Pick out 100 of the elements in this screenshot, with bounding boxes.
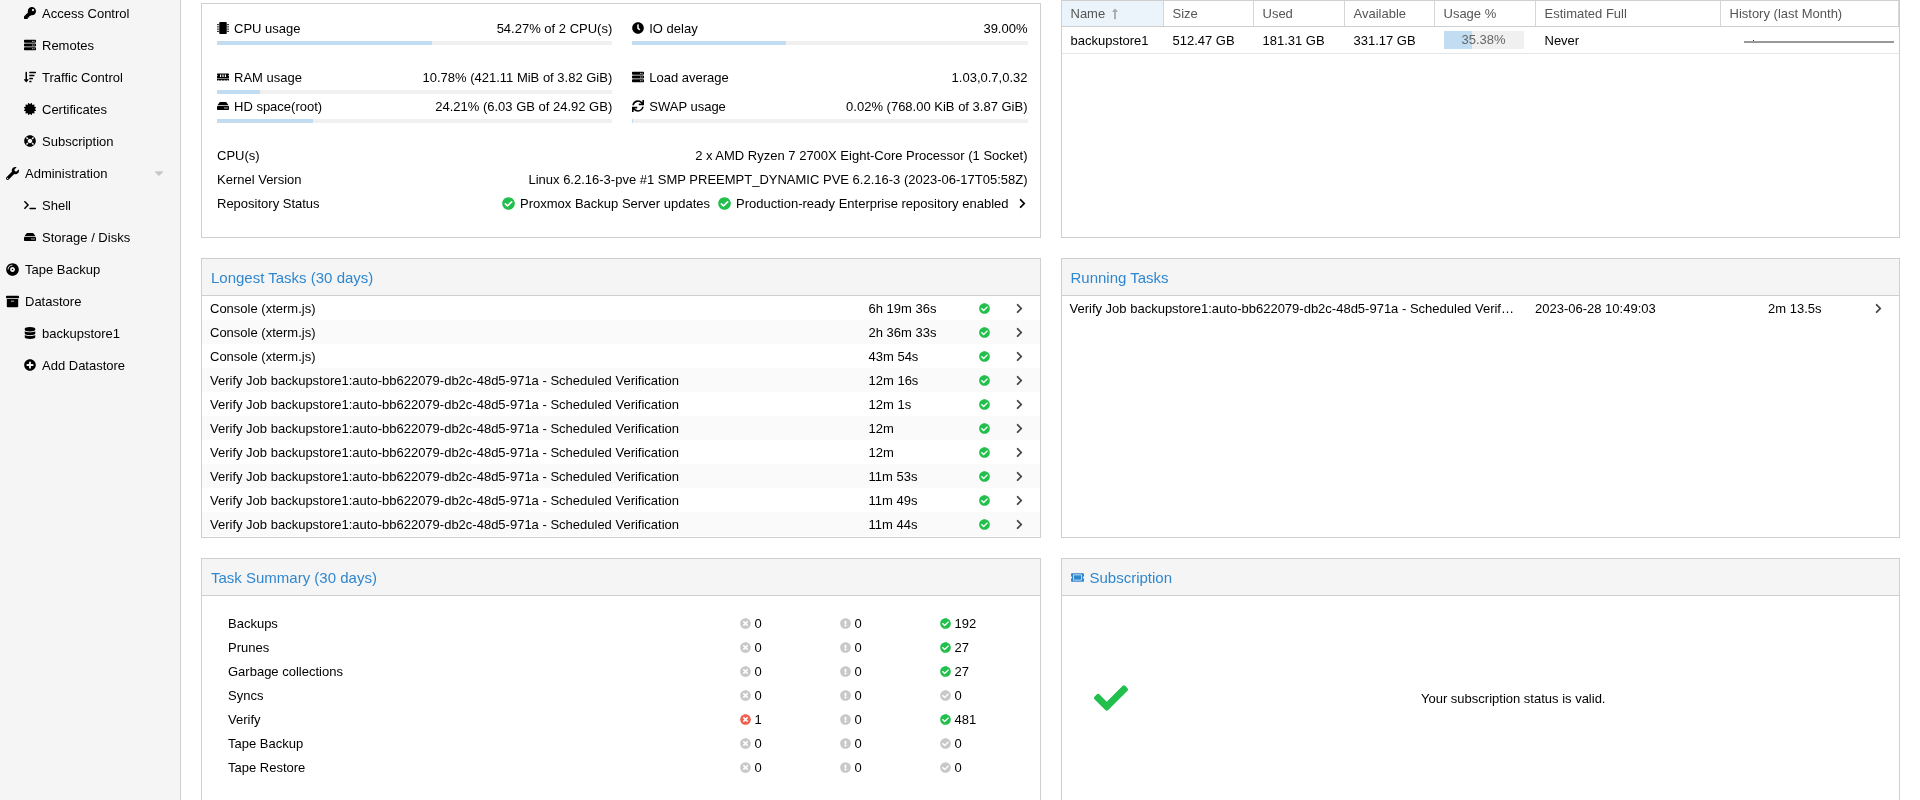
subscription-message: Your subscription status is valid. — [1420, 690, 1607, 706]
sidebar-item[interactable]: Subscription — [0, 125, 180, 157]
check-icon — [978, 398, 990, 410]
metric-label: RAM usage — [234, 69, 303, 85]
usage-percent: 35.38% — [1460, 31, 1507, 49]
terminal-icon — [24, 199, 36, 211]
task-duration: 11m 53s — [868, 468, 919, 484]
task-name: Console (xterm.js) — [210, 348, 317, 364]
database-icon — [24, 327, 36, 339]
panel-title: Running Tasks — [1070, 268, 1169, 286]
bars-icon — [24, 71, 36, 83]
task-type-label: Prunes — [228, 639, 271, 655]
task-count: 0 — [754, 663, 762, 679]
table-cell-text: 181.31 GB — [1261, 32, 1326, 48]
sidebar-item[interactable]: backupstore1 — [0, 317, 180, 349]
task-count: 0 — [754, 735, 762, 751]
check-icon — [978, 494, 990, 506]
server-list-icon — [24, 39, 36, 51]
check-icon — [978, 470, 990, 482]
info-label: Kernel Version — [217, 171, 302, 187]
column-header[interactable]: Name — [1061, 1, 1164, 26]
task-count: 0 — [954, 759, 962, 775]
task-row[interactable]: Console (xterm.js) 2h 36m 33s — [202, 320, 1040, 344]
sidebar-item[interactable]: Administration — [0, 157, 180, 189]
task-count: 0 — [954, 687, 962, 703]
metric-reading: 54.27% of 2 CPU(s) — [496, 20, 613, 36]
check-icon — [978, 302, 990, 314]
sidebar-item[interactable]: Tape Backup — [0, 253, 180, 285]
metric-reading: 1.03,0.7,0.32 — [951, 69, 1028, 85]
task-type-label: Verify — [228, 711, 262, 727]
sidebar-item[interactable]: Storage / Disks — [0, 221, 180, 253]
task-count: 27 — [954, 663, 969, 679]
task-name: Verify Job backupstore1:auto-bb622079-db2c-48d5-971a - Scheduled Verification — [210, 372, 681, 388]
check-icon — [978, 326, 990, 338]
clock-icon — [632, 22, 645, 34]
check-icon — [718, 196, 732, 210]
task-duration: 2h 36m 33s — [868, 324, 938, 340]
task-count: 0 — [754, 639, 762, 655]
task-name: Verify Job backupstore1:auto-bb622079-db2c-48d5-971a - Scheduled Verification — [210, 468, 681, 484]
memory-icon — [217, 71, 229, 83]
task-count: 0 — [854, 663, 862, 679]
task-row[interactable]: Verify Job backupstore1:auto-bb622079-db2c-48d5-971a - Scheduled Verification 12m — [202, 416, 1040, 440]
sidebar-item[interactable]: Traffic Control — [0, 61, 180, 93]
task-type-label: Garbage collections — [228, 663, 344, 679]
task-row[interactable]: Verify Job backupstore1:auto-bb622079-db2c-48d5-971a - Scheduled Verification 11m 44s — [202, 512, 1040, 536]
metric-reading: 39.00% — [983, 20, 1028, 36]
check-icon — [978, 422, 990, 434]
task-name: Verify Job backupstore1:auto-bb622079-db2c-48d5-971a - Scheduled Verif… — [1069, 300, 1515, 316]
check-icon — [978, 350, 990, 362]
server-icon — [632, 71, 645, 83]
task-duration: 2m 13.5s — [1768, 300, 1823, 316]
task-type-label: Tape Restore — [228, 759, 307, 775]
task-count: 0 — [854, 759, 862, 775]
metric-reading: 10.78% (421.11 MiB of 3.82 GiB) — [422, 69, 613, 85]
refresh-icon — [632, 100, 645, 112]
task-count: 481 — [954, 711, 977, 727]
task-duration: 43m 54s — [868, 348, 920, 364]
sidebar-item[interactable]: Certificates — [0, 93, 180, 125]
metric-label: CPU usage — [234, 20, 302, 36]
task-name: Console (xterm.js) — [210, 324, 317, 340]
task-duration: 6h 19m 36s — [868, 300, 938, 316]
metric-label: Load average — [649, 69, 730, 85]
task-row[interactable]: Verify Job backupstore1:auto-bb622079-db2c-48d5-971a - Scheduled Verification 12m 16s — [202, 368, 1040, 392]
task-name: Verify Job backupstore1:auto-bb622079-db2c-48d5-971a - Scheduled Verification — [210, 396, 681, 412]
check-icon — [978, 374, 990, 386]
sidebar-item[interactable]: Remotes — [0, 29, 180, 61]
metric-label: HD space(root) — [234, 98, 324, 114]
sidebar-item[interactable]: Shell — [0, 189, 180, 221]
sidebar-item[interactable]: Add Datastore — [0, 349, 180, 381]
ticket-icon — [1070, 570, 1084, 584]
certificate-icon — [24, 103, 36, 115]
check-icon — [502, 196, 515, 210]
task-count: 27 — [954, 639, 969, 655]
task-row[interactable]: Verify Job backupstore1:auto-bb622079-db2c-48d5-971a - Scheduled Verification 11m 53s — [202, 464, 1040, 488]
task-type-label: Tape Backup — [228, 735, 305, 751]
chevron-right-icon[interactable] — [1873, 302, 1884, 314]
task-duration: 11m 44s — [868, 516, 919, 532]
task-count: 0 — [854, 687, 862, 703]
task-duration: 11m 49s — [868, 492, 919, 508]
task-count: 192 — [954, 615, 977, 631]
table-cell-text: Never — [1543, 32, 1581, 48]
check-icon — [978, 446, 990, 458]
task-start-time: 2023-06-28 10:49:03 — [1535, 300, 1657, 316]
wrench-icon — [6, 166, 19, 180]
table-cell-text: backupstore1 — [1069, 32, 1150, 48]
task-name: Verify Job backupstore1:auto-bb622079-db2c-48d5-971a - Scheduled Verification — [210, 492, 681, 508]
task-duration: 12m 1s — [868, 396, 913, 412]
info-label: CPU(s) — [217, 147, 260, 163]
repository-status: Production-ready Enterprise repository enabled — [736, 195, 1009, 211]
task-count: 0 — [854, 615, 862, 631]
table-cell-text: 512.47 GB — [1171, 32, 1236, 48]
panel-title: Longest Tasks (30 days) — [211, 268, 374, 286]
task-count: 0 — [754, 687, 762, 703]
metric-reading: 0.02% (768.00 KiB of 3.87 GiB) — [846, 98, 1028, 114]
task-name: Verify Job backupstore1:auto-bb622079-db2c-48d5-971a - Scheduled Verification — [210, 420, 681, 436]
sidebar-item[interactable]: Datastore — [0, 285, 180, 317]
repository-status: Proxmox Backup Server updates — [520, 195, 711, 211]
chip-icon — [217, 22, 229, 34]
sidebar-item[interactable]: Access Control — [0, 0, 180, 29]
info-label: Repository Status — [217, 195, 320, 211]
